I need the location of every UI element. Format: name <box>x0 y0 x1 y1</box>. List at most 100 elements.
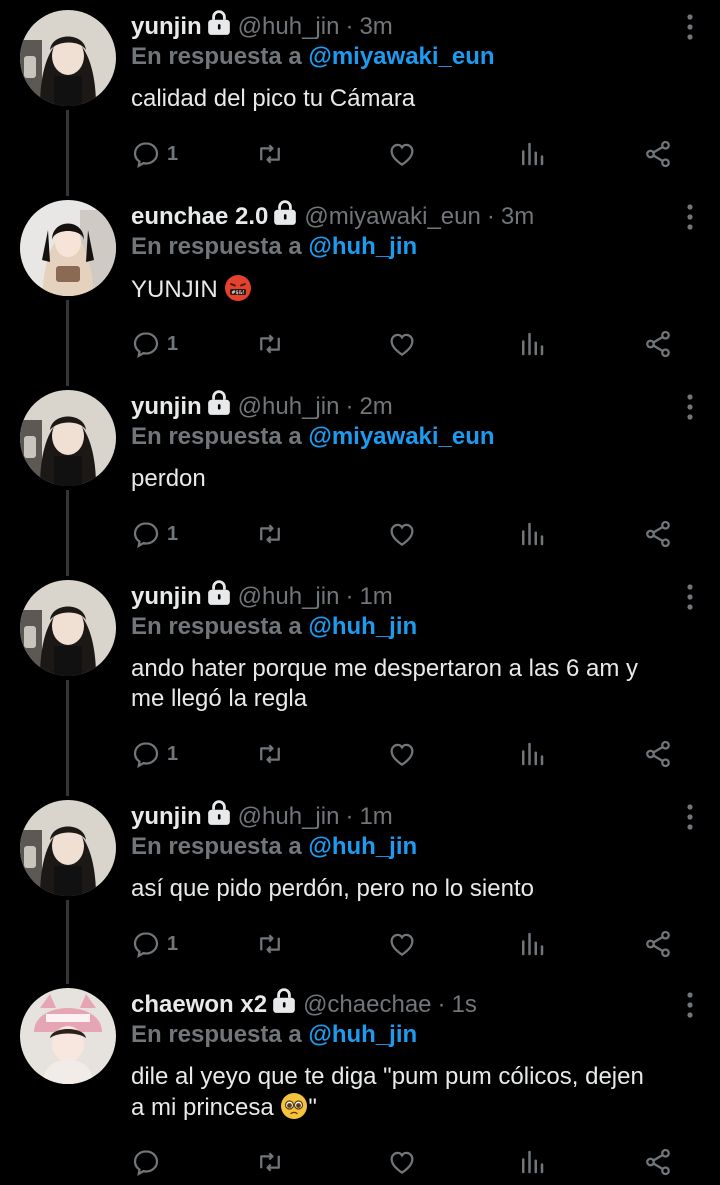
retweet-button[interactable] <box>255 924 285 964</box>
views-button[interactable] <box>517 514 547 554</box>
username[interactable]: @huh_jin <box>238 583 340 610</box>
display-name[interactable]: yunjin <box>131 583 202 610</box>
reply-context: En respuesta a @miyawaki_eun <box>131 422 690 452</box>
username[interactable]: @miyawaki_eun <box>304 203 480 230</box>
tweet[interactable]: yunjin @huh_jin · 1m En respuesta a @huh_ji… <box>0 580 720 790</box>
action-bar: 1 <box>131 324 681 364</box>
lock-icon <box>272 200 298 226</box>
like-button[interactable] <box>387 514 417 554</box>
reply-prefix: En respuesta a <box>131 1021 302 1048</box>
avatar[interactable] <box>20 580 116 676</box>
avatar[interactable] <box>20 988 116 1084</box>
retweet-button[interactable] <box>255 1142 285 1182</box>
views-button[interactable] <box>517 734 547 774</box>
pleading-face-icon <box>280 1092 308 1120</box>
reply-count: 1 <box>167 742 179 765</box>
reply-context: En respuesta a @huh_jin <box>131 612 690 642</box>
share-button[interactable] <box>643 924 673 964</box>
username[interactable]: @huh_jin <box>238 803 340 830</box>
reply-button[interactable]: 1 <box>131 324 178 364</box>
retweet-button[interactable] <box>255 734 285 774</box>
reply-button[interactable] <box>131 1142 161 1182</box>
views-button[interactable] <box>517 1142 547 1182</box>
heart-icon <box>387 1147 417 1177</box>
tweet[interactable]: eunchae 2.0 @miyawaki_eun · 3m En respuesta… <box>0 200 720 380</box>
tweet-text-quote: " <box>308 1094 317 1121</box>
share-button[interactable] <box>643 514 673 554</box>
reply-context: En respuesta a @huh_jin <box>131 232 690 262</box>
tweet[interactable]: chaewon x2 @chaechae · 1s En respuesta a @h… <box>0 988 720 1185</box>
more-vertical-icon[interactable] <box>680 802 700 832</box>
mention-link[interactable]: @huh_jin <box>308 1021 417 1048</box>
display-name[interactable]: yunjin <box>131 803 202 830</box>
display-name[interactable]: eunchae 2.0 <box>131 203 268 230</box>
separator-dot: · <box>437 991 446 1018</box>
like-button[interactable] <box>387 324 417 364</box>
tweet[interactable]: yunjin @huh_jin · 3m En respuesta a @miyawa… <box>0 10 720 190</box>
mention-link[interactable]: @miyawaki_eun <box>308 423 494 450</box>
mention-link[interactable]: @miyawaki_eun <box>308 43 494 70</box>
action-bar <box>131 1142 681 1182</box>
share-button[interactable] <box>643 1142 673 1182</box>
username[interactable]: @huh_jin <box>238 393 340 420</box>
share-icon <box>643 139 673 169</box>
retweet-button[interactable] <box>255 324 285 364</box>
action-bar: 1 <box>131 134 681 174</box>
more-vertical-icon[interactable] <box>680 582 700 612</box>
username[interactable]: @huh_jin <box>238 13 340 40</box>
reply-count: 1 <box>167 522 179 545</box>
views-button[interactable] <box>517 134 547 174</box>
display-name[interactable]: chaewon x2 <box>131 991 267 1018</box>
share-icon <box>643 329 673 359</box>
avatar[interactable] <box>20 10 116 106</box>
share-icon <box>643 1147 673 1177</box>
username[interactable]: @chaechae <box>303 991 431 1018</box>
analytics-icon <box>517 139 547 169</box>
more-vertical-icon[interactable] <box>680 12 700 42</box>
analytics-icon <box>517 739 547 769</box>
retweet-icon <box>255 519 285 549</box>
like-button[interactable] <box>387 924 417 964</box>
retweet-button[interactable] <box>255 514 285 554</box>
reply-button[interactable]: 1 <box>131 924 178 964</box>
tweet-text-line: me llegó la regla <box>131 685 308 712</box>
like-button[interactable] <box>387 734 417 774</box>
separator-dot: · <box>486 203 495 230</box>
mention-link[interactable]: @huh_jin <box>308 833 417 860</box>
avatar[interactable] <box>20 200 116 296</box>
share-icon <box>643 929 673 959</box>
display-name[interactable]: yunjin <box>131 13 202 40</box>
action-bar: 1 <box>131 924 681 964</box>
reply-button[interactable]: 1 <box>131 514 178 554</box>
share-button[interactable] <box>643 324 673 364</box>
display-name[interactable]: yunjin <box>131 393 202 420</box>
share-button[interactable] <box>643 134 673 174</box>
avatar[interactable] <box>20 800 116 896</box>
like-button[interactable] <box>387 134 417 174</box>
avatar[interactable] <box>20 390 116 486</box>
tweet[interactable]: yunjin @huh_jin · 2m En respuesta a @miyawa… <box>0 390 720 570</box>
mention-link[interactable]: @huh_jin <box>308 233 417 260</box>
more-vertical-icon[interactable] <box>680 990 700 1020</box>
separator-dot: · <box>345 803 354 830</box>
tweet[interactable]: yunjin @huh_jin · 1m En respuesta a @huh_ji… <box>0 800 720 980</box>
tweet-text: ando hater porque me despertaron a las 6… <box>131 654 690 714</box>
mention-link[interactable]: @huh_jin <box>308 613 417 640</box>
more-vertical-icon[interactable] <box>680 202 700 232</box>
reply-count: 1 <box>167 332 179 355</box>
reply-button[interactable]: 1 <box>131 134 178 174</box>
timestamp: 1m <box>359 803 393 830</box>
reply-icon <box>131 739 161 769</box>
reply-button[interactable]: 1 <box>131 734 178 774</box>
share-button[interactable] <box>643 734 673 774</box>
timestamp: 1s <box>451 991 477 1018</box>
views-button[interactable] <box>517 324 547 364</box>
more-vertical-icon[interactable] <box>680 392 700 422</box>
views-button[interactable] <box>517 924 547 964</box>
like-button[interactable] <box>387 1142 417 1182</box>
analytics-icon <box>517 929 547 959</box>
retweet-button[interactable] <box>255 134 285 174</box>
reply-prefix: En respuesta a <box>131 233 302 260</box>
share-icon <box>643 739 673 769</box>
tweet-text: YUNJIN <box>131 276 218 303</box>
